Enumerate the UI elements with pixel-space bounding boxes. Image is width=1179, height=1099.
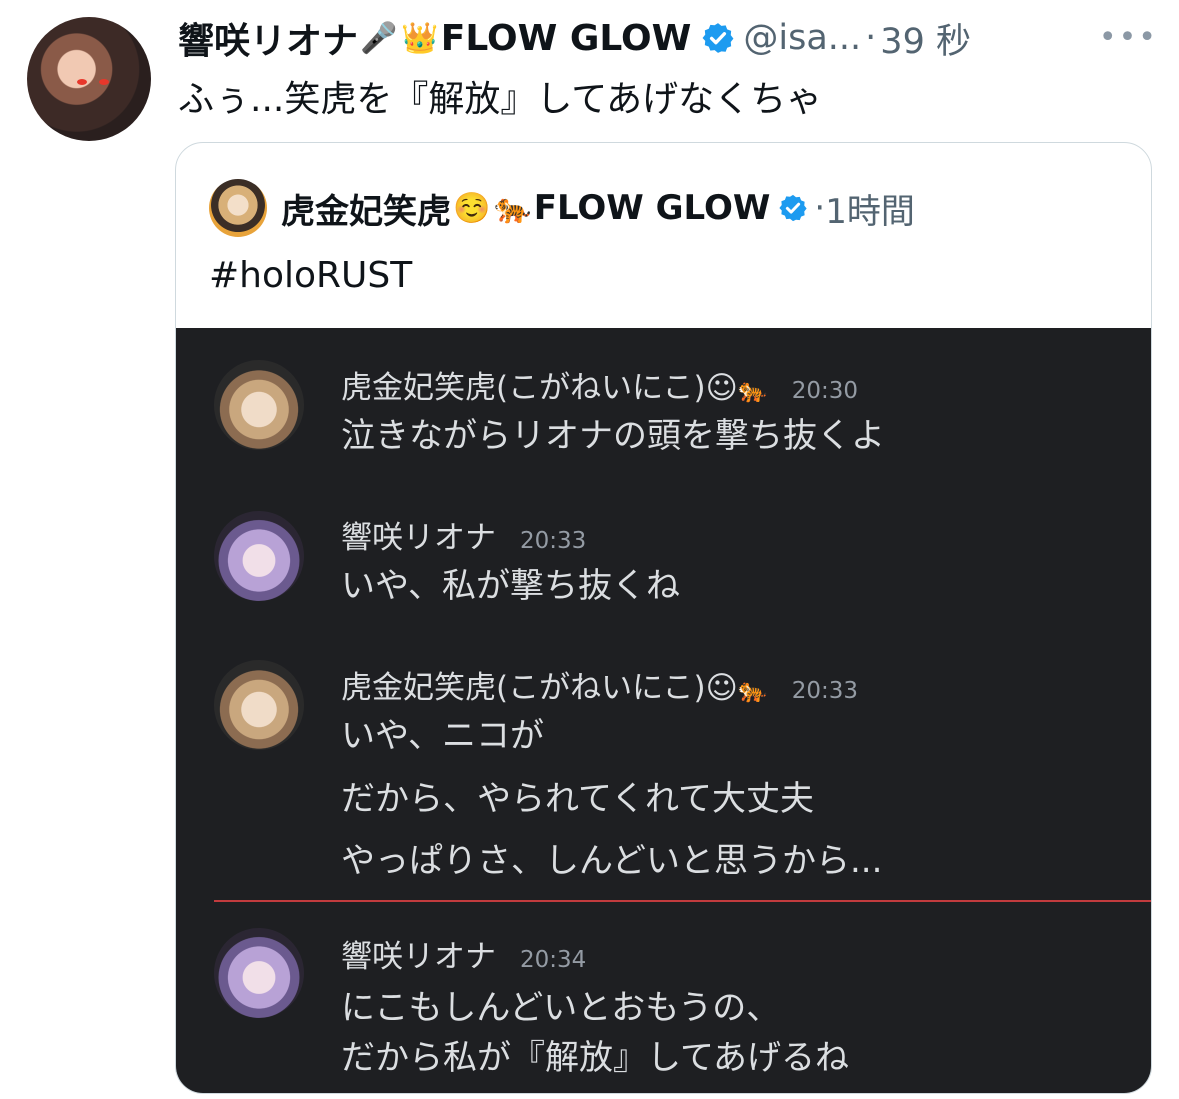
chat-avatar bbox=[214, 928, 304, 1018]
tweet-header: 響咲リオナ 🎤 👑 FLOW GLOW @isa... · 39 秒 ••• bbox=[178, 12, 1158, 64]
avatar-eye bbox=[99, 79, 109, 85]
crown-emoji: 👑 bbox=[401, 20, 439, 56]
more-options-icon[interactable]: ••• bbox=[1099, 20, 1158, 55]
new-messages-divider bbox=[214, 900, 1151, 902]
chat-author: 虎金妃笑虎(こがねいにこ)☺🐅 20:33 bbox=[341, 662, 858, 707]
chat-author-name: 響咲リオナ bbox=[341, 939, 496, 975]
separator-dot: · bbox=[814, 188, 826, 228]
quoted-tweet-text: #holoRUST bbox=[209, 255, 413, 296]
author-avatar[interactable] bbox=[27, 17, 151, 141]
chat-avatar bbox=[214, 660, 304, 750]
author-name-suffix[interactable]: FLOW GLOW bbox=[441, 18, 692, 59]
chat-author-name: 響咲リオナ bbox=[341, 520, 496, 556]
verified-badge-icon bbox=[702, 23, 734, 53]
chat-avatar bbox=[214, 360, 304, 450]
chat-timestamp: 20:34 bbox=[520, 947, 587, 973]
quoted-tweet-timestamp: 1時間 bbox=[825, 191, 915, 232]
chat-timestamp: 20:30 bbox=[791, 378, 859, 404]
separator-dot: · bbox=[865, 18, 877, 58]
chat-avatar bbox=[214, 511, 304, 601]
attached-chat-screenshot[interactable]: 虎金妃笑虎(こがねいにこ)☺🐅 20:30 泣きながらリオナの頭を撃ち抜くよ 響咲… bbox=[176, 328, 1151, 1093]
chat-author-name: 虎金妃笑虎(こがねいにこ)☺ bbox=[341, 670, 738, 706]
quoted-author-avatar[interactable] bbox=[209, 179, 267, 237]
microphone-emoji: 🎤 bbox=[360, 20, 398, 56]
chat-line: いや、私が撃ち抜くね bbox=[341, 566, 680, 606]
chat-line: だから、やられてくれて大丈夫 bbox=[341, 779, 814, 819]
chat-line: やっぱりさ、しんどいと思うから... bbox=[341, 841, 883, 881]
tweet-timestamp[interactable]: 39 秒 bbox=[880, 13, 971, 64]
chat-author: 虎金妃笑虎(こがねいにこ)☺🐅 20:30 bbox=[341, 362, 858, 407]
chat-author-name: 虎金妃笑虎(こがねいにこ)☺ bbox=[341, 370, 738, 406]
chat-line: 泣きながらリオナの頭を撃ち抜くよ bbox=[341, 416, 885, 456]
tiger-emoji: 🐅 bbox=[494, 190, 532, 226]
tweet-text: ふぅ...笑虎を『解放』してあげなくちゃ bbox=[178, 79, 823, 120]
author-handle[interactable]: @isa... bbox=[743, 18, 861, 58]
chat-author: 響咲リオナ 20:33 bbox=[341, 512, 586, 557]
verified-badge-icon bbox=[779, 194, 808, 222]
chat-line: いや、ニコが bbox=[341, 716, 544, 756]
smiling-emoji: ☺️ bbox=[453, 190, 491, 226]
quoted-tweet-header: 虎金妃笑虎 ☺️ 🐅 FLOW GLOW · 1時間 bbox=[209, 179, 915, 237]
chat-timestamp: 20:33 bbox=[520, 528, 587, 554]
quoted-tweet-card[interactable]: 虎金妃笑虎 ☺️ 🐅 FLOW GLOW · 1時間 #holoRUST 虎金妃… bbox=[175, 142, 1152, 1094]
quoted-author-name-suffix: FLOW GLOW bbox=[533, 188, 771, 228]
author-display-name[interactable]: 響咲リオナ bbox=[178, 12, 358, 64]
tiger-emoji: 🐅 bbox=[737, 376, 768, 404]
chat-line: だから私が『解放』してあげるね bbox=[341, 1038, 849, 1078]
chat-line: にこもしんどいとおもうの、 bbox=[341, 988, 781, 1028]
avatar-eye bbox=[77, 79, 87, 85]
chat-author: 響咲リオナ 20:34 bbox=[341, 931, 586, 976]
chat-timestamp: 20:33 bbox=[791, 678, 859, 704]
tiger-emoji: 🐅 bbox=[737, 676, 768, 704]
quoted-author-display-name: 虎金妃笑虎 bbox=[281, 191, 451, 232]
